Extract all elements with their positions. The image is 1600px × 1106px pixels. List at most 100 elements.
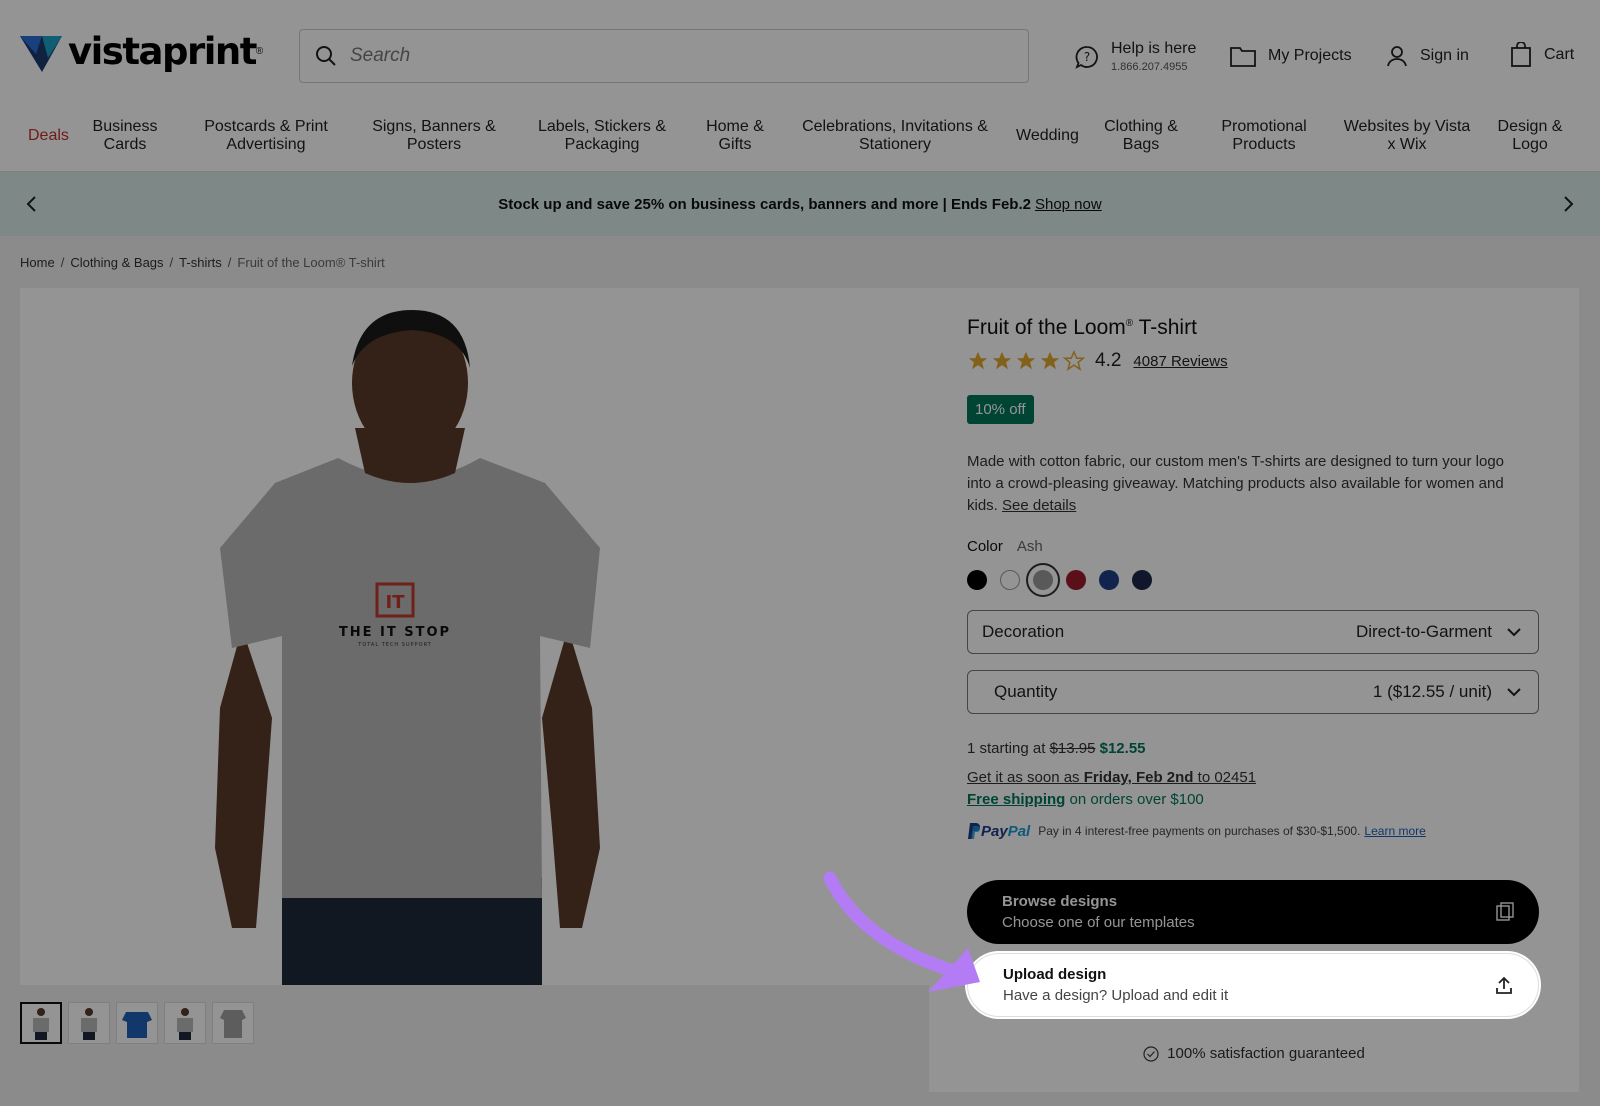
breadcrumb-separator: / [169, 255, 174, 270]
folder-icon [1230, 47, 1256, 67]
paypal-p-icon [968, 823, 980, 839]
product-image[interactable]: IT THE IT STOP TOTAL TECH SUPPORT [20, 288, 929, 985]
search-icon [316, 46, 336, 66]
quantity-select[interactable]: Quantity 1 ($12.55 / unit) [967, 670, 1539, 714]
nav-item-labels[interactable]: Labels, Stickers & Packaging [536, 118, 668, 154]
delivery-date: Friday, Feb 2nd [1083, 769, 1194, 786]
quantity-label: Quantity [994, 682, 1058, 701]
decoration-value: Direct-to-Garment [1355, 622, 1492, 641]
check-circle-icon [1143, 1045, 1159, 1062]
shop-now-link[interactable]: Shop now [1035, 196, 1102, 213]
chevron-right-icon[interactable] [1558, 194, 1578, 214]
swatch-royal-blue[interactable] [1099, 570, 1119, 590]
help-link[interactable]: ? Help is here 1.866.207.4955 [1075, 40, 1196, 73]
svg-text:?: ? [1084, 50, 1090, 64]
decoration-label: Decoration [982, 622, 1065, 641]
upload-design-button[interactable]: Upload design Have a design? Upload and e… [967, 953, 1539, 1017]
breadcrumb-tshirts[interactable]: T-shirts [179, 255, 222, 270]
free-shipping-link[interactable]: Free shipping [967, 791, 1065, 808]
reviews-link[interactable]: 4087 Reviews [1133, 353, 1227, 370]
help-icon: ? [1075, 45, 1098, 69]
upload-design-subtitle: Have a design? Upload and edit it [1003, 987, 1229, 1004]
upload-design-title: Upload design [1003, 966, 1107, 983]
swatch-ash[interactable] [1026, 563, 1060, 597]
upload-highlight-region: Upload design Have a design? Upload and e… [929, 940, 1579, 1092]
vistaprint-logo[interactable]: vistaprint ® [20, 30, 263, 73]
thumbnail-1[interactable] [20, 1002, 62, 1044]
price-prefix: 1 starting at [967, 740, 1046, 757]
quantity-value: 1 ($12.55 / unit) [1372, 682, 1492, 701]
thumbnail-3[interactable] [116, 1002, 158, 1044]
star-filled-icon [968, 351, 988, 370]
logo-registered-mark: ® [255, 46, 264, 57]
product-rating: 4.2 4087 Reviews [967, 350, 1228, 372]
sale-price: $12.55 [1099, 740, 1146, 757]
breadcrumb-current: Fruit of the Loom® T-shirt [237, 255, 385, 270]
discount-badge: 10% off [967, 395, 1034, 424]
free-shipping-info: Free shipping on orders over $100 [967, 791, 1204, 808]
swatch-navy[interactable] [1132, 570, 1152, 590]
decoration-select[interactable]: Decoration Direct-to-Garment [967, 610, 1539, 654]
thumbnail-model-icon [33, 1008, 49, 1040]
vistaprint-logo-icon [20, 35, 62, 72]
site-header: vistaprint® ? Help is here 1.866.207.4955… [0, 0, 1600, 112]
category-nav: Deals Business Cards Postcards & Print A… [0, 112, 1600, 172]
my-projects-link[interactable]: My Projects [1230, 45, 1352, 67]
promo-text: Stock up and save 25% on business cards,… [498, 195, 1031, 213]
paypal-text: Pay in 4 interest-free payments on purch… [1038, 824, 1361, 838]
cart-link[interactable]: Cart [1510, 42, 1574, 68]
breadcrumb-clothing[interactable]: Clothing & Bags [70, 255, 163, 270]
sign-in-link[interactable]: Sign in [1386, 45, 1469, 67]
selected-color-name: Ash [1016, 538, 1043, 555]
thumbnail-2[interactable] [68, 1002, 110, 1044]
nav-item-celebrations[interactable]: Celebrations, Invitations & Stationery [797, 118, 993, 154]
see-details-link[interactable]: See details [1002, 497, 1076, 514]
swatch-black[interactable] [967, 570, 987, 590]
rating-stars [967, 350, 1085, 372]
nav-item-design-logo[interactable]: Design & Logo [1492, 118, 1568, 154]
color-selector-label: Color Ash [967, 538, 1043, 555]
shirt-logo-text: THE IT STOP [339, 625, 451, 640]
nav-item-postcards[interactable]: Postcards & Print Advertising [200, 118, 332, 154]
product-thumbnails [20, 1002, 254, 1044]
thumbnail-model-icon [177, 1008, 193, 1040]
nav-item-promotional[interactable]: Promotional Products [1216, 118, 1312, 154]
price-line: 1 starting at $13.95 $12.55 [967, 740, 1146, 757]
my-projects-label: My Projects [1268, 47, 1352, 64]
satisfaction-guarantee: 100% satisfaction guaranteed [929, 1045, 1579, 1062]
paypal-learn-more-link[interactable]: Learn more [1364, 824, 1425, 838]
browse-designs-button[interactable]: Browse designs Choose one of our template… [967, 880, 1539, 944]
nav-item-home-gifts[interactable]: Home & Gifts [700, 118, 770, 154]
thumbnail-5[interactable] [212, 1002, 254, 1044]
shopping-bag-icon [1511, 42, 1531, 67]
paypal-logo: Pay Pal [967, 822, 1030, 840]
nav-item-business-cards[interactable]: Business Cards [88, 118, 162, 154]
nav-item-wedding[interactable]: Wedding [1016, 127, 1079, 145]
delivery-zip: to 02451 [1197, 769, 1257, 786]
swatch-red[interactable] [1066, 570, 1086, 590]
color-label: Color [967, 538, 1003, 555]
thumbnail-4[interactable] [164, 1002, 206, 1044]
nav-item-websites[interactable]: Websites by Vista x Wix [1342, 118, 1472, 154]
templates-icon [1496, 902, 1514, 921]
rating-value: 4.2 [1095, 350, 1122, 371]
logo-wordmark: vistaprint [68, 30, 257, 73]
chevron-left-icon[interactable] [22, 194, 42, 214]
search-bar[interactable] [299, 29, 1029, 83]
thumbnail-grey-shirt-icon [220, 1010, 246, 1038]
delivery-estimate-link[interactable]: Get it as soon as Friday, Feb 2nd to 024… [967, 769, 1256, 786]
nav-item-clothing-bags[interactable]: Clothing & Bags [1100, 118, 1182, 154]
shirt-logo-mark: IT [386, 592, 406, 613]
nav-item-deals[interactable]: Deals [28, 127, 69, 145]
original-price: $13.95 [1049, 740, 1096, 757]
paypal-installments: Pay Pal Pay in 4 interest-free payments o… [967, 822, 1426, 840]
promo-banner: Stock up and save 25% on business cards,… [0, 172, 1600, 236]
nav-item-signs[interactable]: Signs, Banners & Posters [368, 118, 500, 154]
breadcrumb-home[interactable]: Home [20, 255, 55, 270]
color-swatches [967, 563, 1152, 597]
help-phone: 1.866.207.4955 [1111, 61, 1188, 73]
search-input[interactable] [350, 45, 950, 67]
swatch-white[interactable] [1000, 570, 1020, 590]
thumbnail-model-icon [81, 1008, 97, 1040]
star-outline-icon [1063, 350, 1085, 371]
